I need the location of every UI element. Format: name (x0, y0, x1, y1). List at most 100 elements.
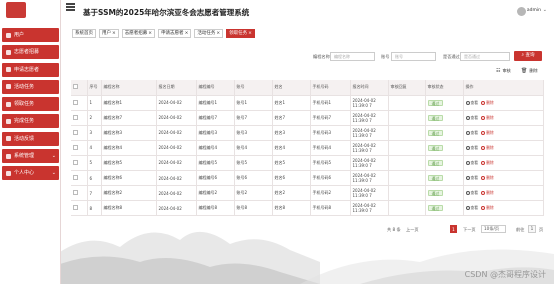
tab-label: 申请志愿者 (161, 31, 184, 36)
tab-label: 系统首页 (75, 31, 93, 36)
row-checkbox[interactable] (71, 140, 88, 156)
tab-activity-task[interactable]: 活动任务× (194, 29, 224, 38)
tab-apply-volunteer[interactable]: 申请志愿者× (158, 29, 192, 38)
view-button[interactable]: 查看 (465, 100, 478, 106)
next-page-button[interactable]: 下一页 (463, 226, 476, 233)
cell-name: 编程名称3 (101, 125, 157, 141)
cell-reply (388, 125, 426, 141)
cell-date: 2024-04-02 (156, 125, 197, 141)
chevron-down-icon[interactable]: ⌄ (543, 7, 547, 13)
goto-page-input[interactable]: 1 (528, 225, 536, 233)
row-checkbox[interactable] (71, 185, 88, 202)
chevron-down-icon: ⌄ (51, 170, 56, 177)
table-row[interactable]: 1 编程名称1 2024-04-02 编程编号1 账号1 姓名1 手机号码1 2024-04-… (71, 95, 544, 111)
cell-phone: 手机号码5 (310, 155, 351, 171)
page-number[interactable]: 1 (450, 225, 457, 233)
cell-no: 3 (87, 125, 102, 141)
delete-row-button[interactable]: 删除 (481, 175, 494, 181)
cell-person: 姓名1 (272, 95, 311, 111)
cell-reply (388, 185, 426, 202)
row-checkbox[interactable] (71, 200, 88, 217)
delete-row-button[interactable]: 删除 (481, 190, 494, 196)
view-button[interactable]: 查看 (465, 175, 478, 181)
search-button[interactable]: ⌕ 查询 (514, 51, 542, 61)
tab-claim-task[interactable]: 领取任务× (226, 29, 255, 38)
cell-account: 账号7 (234, 110, 273, 126)
tab-home[interactable]: 系统首页 (72, 29, 96, 38)
view-button[interactable]: 查看 (465, 130, 478, 136)
sidebar-item-activity-feedback[interactable]: 活动反馈 (2, 131, 59, 146)
prev-page-button[interactable]: 上一页 (406, 226, 419, 233)
user-icon (6, 32, 11, 38)
row-checkbox[interactable] (71, 110, 88, 126)
cell-status: 通过 (425, 95, 464, 111)
delete-button[interactable]: 🗑 删除 (521, 67, 538, 75)
tab-users[interactable]: 用户× (99, 29, 119, 38)
delete-row-button[interactable]: 删除 (481, 160, 494, 166)
hamburger-menu-icon[interactable] (66, 3, 75, 11)
cell-code: 编程编号7 (196, 110, 235, 126)
row-checkbox[interactable] (71, 170, 88, 187)
view-icon (465, 130, 470, 135)
cell-status: 通过 (425, 140, 464, 156)
search-select-passed[interactable]: 是否通过 (460, 52, 510, 61)
avatar[interactable] (517, 7, 526, 16)
sidebar-item-activity-task[interactable]: 活动任务 (2, 79, 59, 94)
view-button[interactable]: 查看 (465, 145, 478, 151)
sidebar-item-complete-task[interactable]: 完成任务 (2, 114, 59, 129)
search-input-account[interactable]: 账号 (391, 52, 436, 61)
delete-label: 删除 (486, 114, 494, 120)
delete-row-button[interactable]: 删除 (481, 145, 494, 151)
sidebar-item-system-management[interactable]: 系统管理 ⌄ (2, 149, 59, 164)
cell-code: 编程编号8 (196, 200, 235, 217)
review-button[interactable]: ☷ 审核 (496, 67, 511, 75)
tab-volunteer-recruit[interactable]: 志愿者招募× (121, 29, 156, 38)
table-row[interactable]: 7 编程名称2 2024-04-02 编程编号2 账号2 姓名2 手机号码2 2024-04-… (71, 185, 544, 202)
sidebar-item-apply-volunteer[interactable]: 申请志愿者 (2, 62, 59, 77)
view-button[interactable]: 查看 (465, 115, 478, 121)
delete-row-button[interactable]: 删除 (481, 130, 494, 136)
view-button[interactable]: 查看 (465, 160, 478, 166)
row-checkbox[interactable] (71, 95, 88, 111)
select-all-checkbox[interactable] (71, 80, 88, 96)
search-input-name[interactable]: 编程名称 (330, 52, 375, 61)
cell-reply (388, 200, 426, 217)
cell-person: 姓名4 (272, 140, 311, 156)
table-row[interactable]: 2 编程名称7 2024-04-02 编程编号7 账号7 姓名7 手机号码7 2024-04-… (71, 110, 544, 126)
sidebar-item-claim-task[interactable]: 领取任务 (2, 97, 59, 112)
cell-phone: 手机号码1 (310, 95, 351, 111)
close-icon[interactable]: × (185, 31, 189, 36)
sidebar-item-users[interactable]: 用户 (2, 28, 59, 42)
table-row[interactable]: 6 编程名称6 2024-04-02 编程编号6 账号6 姓名6 手机号码6 2024-04-… (71, 170, 544, 187)
view-button[interactable]: 查看 (465, 190, 478, 196)
table-row[interactable]: 4 编程名称4 2024-04-02 编程编号4 账号4 姓名4 手机号码4 2024-04-… (71, 140, 544, 156)
table-row[interactable]: 8 编程名称8 2024-04-02 编程编号8 账号8 姓名8 手机号码8 2024-04-… (71, 200, 544, 217)
view-button[interactable]: 查看 (465, 205, 478, 211)
table-row[interactable]: 3 编程名称3 2024-04-02 编程编号3 账号3 姓名3 手机号码3 2024-04-… (71, 125, 544, 141)
delete-row-button[interactable]: 删除 (481, 100, 494, 106)
cell-actions: 查看 删除 (463, 140, 544, 156)
row-checkbox[interactable] (71, 125, 88, 141)
close-icon[interactable]: × (112, 31, 116, 36)
delete-row-button[interactable]: 删除 (481, 115, 494, 121)
delete-label: 删除 (486, 129, 494, 135)
row-checkbox[interactable] (71, 155, 88, 171)
cell-date: 2024-04-02 (156, 185, 197, 202)
delete-label: 删除 (486, 205, 494, 211)
settings-icon (6, 153, 11, 159)
cell-reply (388, 140, 426, 156)
sidebar-item-personal-center[interactable]: 个人中心 ⌄ (2, 166, 59, 181)
delete-label: 删除 (486, 175, 494, 181)
cell-account: 账号2 (234, 185, 273, 202)
cell-actions: 查看 删除 (463, 200, 544, 217)
table-row[interactable]: 5 编程名称5 2024-04-02 编程编号5 账号5 姓名5 手机号码5 2024-04-… (71, 155, 544, 171)
page-unit-label: 页 (539, 227, 544, 232)
user-name[interactable]: admin (527, 8, 541, 13)
close-icon[interactable]: × (148, 31, 152, 36)
close-icon[interactable]: × (216, 31, 220, 36)
cell-status: 通过 (425, 185, 464, 202)
page-size-select[interactable]: 10条/页 (481, 225, 506, 233)
close-icon[interactable]: × (248, 31, 252, 36)
delete-row-button[interactable]: 删除 (481, 205, 494, 211)
cell-no: 8 (87, 200, 102, 217)
